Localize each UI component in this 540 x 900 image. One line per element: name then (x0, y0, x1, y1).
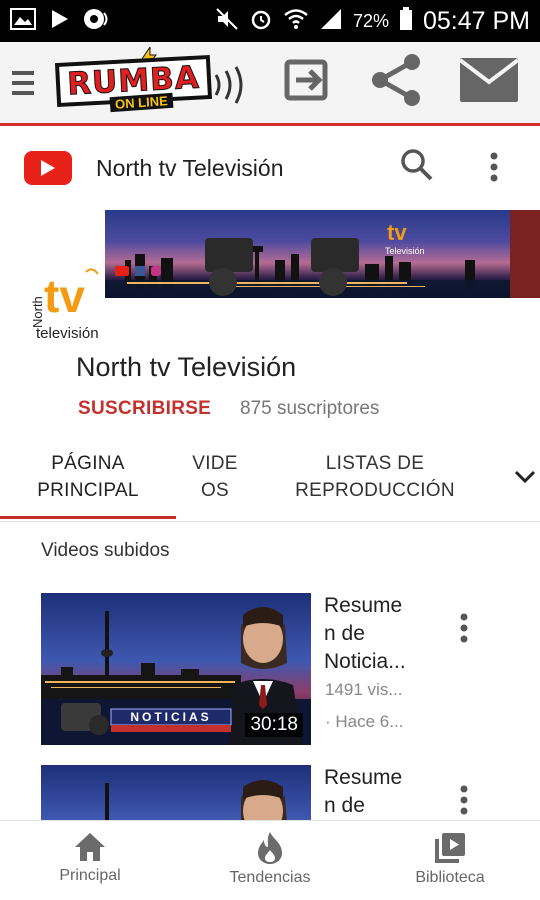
video-more-options-icon[interactable] (460, 613, 468, 648)
chevron-down-icon[interactable] (514, 470, 536, 489)
app-toolbar: RUMBA ON LINE (0, 42, 540, 126)
tab-playlists[interactable]: LISTAS DE REPRODUCCIÓN (282, 450, 468, 504)
gallery-notification-icon (10, 7, 36, 35)
exit-icon[interactable] (284, 56, 332, 109)
svg-text:tv: tv (44, 270, 85, 322)
flame-icon (258, 832, 282, 864)
battery-percent: 72% (352, 10, 389, 31)
nav-trending[interactable]: Tendencias (200, 831, 340, 887)
svg-text:televisión: televisión (36, 325, 99, 342)
channel-tabs: PÁGINA PRINCIPAL VIDE OS LISTAS DE REPRO… (0, 446, 540, 522)
share-icon[interactable] (368, 52, 424, 113)
mail-icon[interactable] (458, 58, 520, 107)
nav-home[interactable]: Principal (20, 831, 160, 885)
video-views: 1491 vis... (325, 680, 403, 699)
channel-banner: tv Televisión (105, 210, 540, 298)
video-more-options-icon[interactable] (460, 785, 468, 820)
svg-text:Televisión: Televisión (385, 246, 425, 256)
channel-avatar: tv North televisión (28, 262, 120, 342)
mute-icon (215, 7, 239, 36)
channel-name: North tv Televisión (76, 352, 297, 382)
alarm-icon (249, 7, 273, 36)
home-icon (75, 833, 105, 861)
video-thumbnail[interactable]: NOTICIAS 30:18 (41, 593, 311, 745)
status-bar: 72% 05:47 PM (0, 0, 540, 42)
header-title: North tv Televisión (96, 154, 284, 181)
video-age: · Hace 6... (325, 712, 404, 731)
tab-videos[interactable]: VIDE OS (184, 450, 246, 504)
battery-icon (399, 6, 413, 36)
subscribe-button[interactable]: SUSCRIBIRSE (78, 398, 211, 420)
tab-home[interactable]: PÁGINA PRINCIPAL (26, 450, 150, 504)
youtube-logo-icon[interactable] (24, 151, 72, 185)
youtube-header: North tv Televisión (0, 128, 540, 208)
section-title: Videos subidos (41, 540, 170, 561)
video-title[interactable]: Resume n de (324, 764, 424, 820)
video-thumbnail[interactable] (41, 765, 311, 820)
svg-text:NOTICIAS: NOTICIAS (130, 710, 211, 724)
rumba-online-logo: RUMBA ON LINE (52, 46, 262, 119)
subscriber-count: 875 suscriptores (240, 398, 380, 419)
clock: 05:47 PM (422, 6, 530, 35)
more-options-icon[interactable] (490, 152, 498, 187)
radio-notification-icon (82, 7, 112, 36)
search-icon[interactable] (400, 148, 434, 187)
svg-text:North: North (30, 296, 45, 328)
video-duration: 30:18 (245, 713, 303, 737)
play-notification-icon (48, 8, 70, 35)
video-title[interactable]: Resume n de Noticia... (324, 592, 424, 676)
bottom-navigation: Principal Tendencias Biblioteca (0, 820, 540, 900)
menu-icon[interactable] (0, 41, 46, 125)
signal-icon (319, 7, 343, 36)
wifi-icon (283, 7, 309, 36)
nav-library[interactable]: Biblioteca (380, 831, 520, 887)
active-tab-indicator (0, 516, 176, 519)
library-icon (435, 833, 465, 863)
svg-text:tv: tv (387, 220, 407, 245)
